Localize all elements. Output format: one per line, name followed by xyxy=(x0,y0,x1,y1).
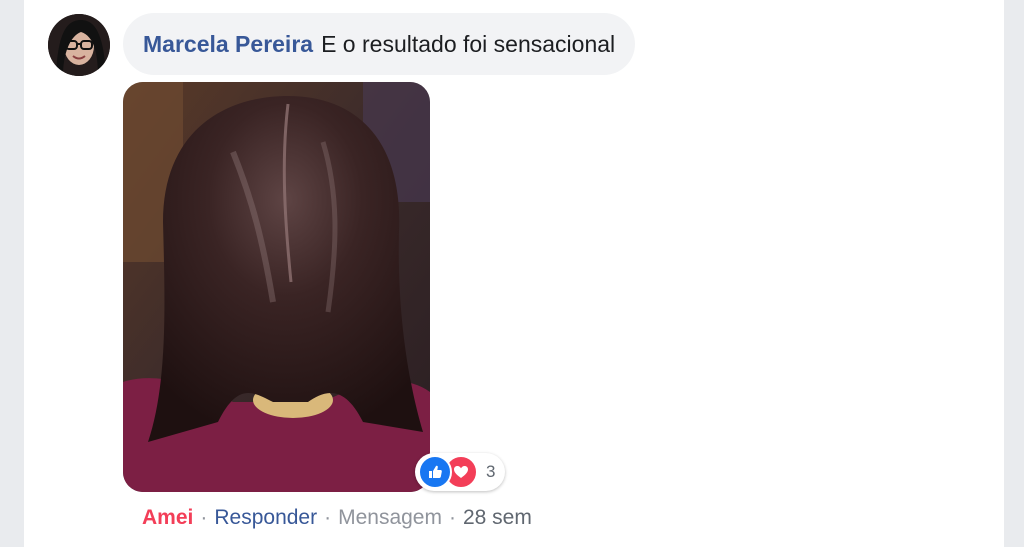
reaction-count: 3 xyxy=(486,462,496,481)
love-reaction-link[interactable]: Amei xyxy=(142,506,193,530)
comment-text: E o resultado foi sensacional xyxy=(321,30,616,57)
separator: · xyxy=(324,506,332,529)
comment-bubble: Marcela Pereira E o resultado foi sensac… xyxy=(123,13,636,75)
separator: · xyxy=(200,506,208,529)
separator: · xyxy=(448,506,456,529)
timestamp[interactable]: 28 sem xyxy=(463,506,532,530)
avatar[interactable] xyxy=(48,14,110,76)
reply-link[interactable]: Responder xyxy=(214,506,317,530)
message-link[interactable]: Mensagem xyxy=(338,506,442,530)
comment-actions: Amei · Responder · Mensagem · 28 sem xyxy=(142,506,532,530)
comment-photo[interactable] xyxy=(123,82,430,492)
reactions-summary[interactable]: 3 xyxy=(415,453,506,491)
comment-author[interactable]: Marcela Pereira xyxy=(143,31,313,58)
like-icon xyxy=(418,455,452,489)
